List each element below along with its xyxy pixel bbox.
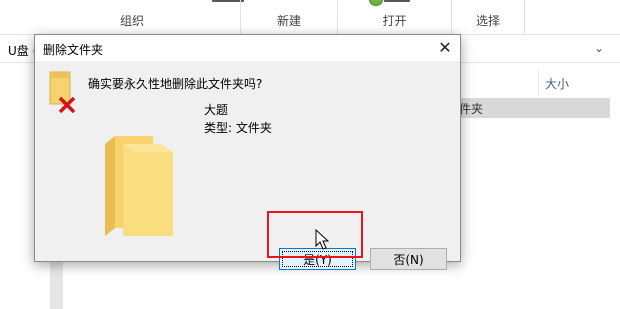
ribbon-group-new: 新建 [241, 0, 338, 34]
ribbon-group-open: 打开 [338, 0, 452, 34]
scrollbar[interactable] [50, 258, 63, 309]
ribbon-group-organize: 组织 [0, 0, 241, 34]
mouse-cursor-icon [315, 229, 329, 250]
no-button[interactable]: 否(N) [370, 248, 447, 270]
dialog-titlebar: 删除文件夹 ✕ [35, 35, 460, 61]
file-row-text: 件夹 [459, 102, 484, 116]
address-text: U盘 ( [8, 44, 38, 58]
folder-name: 大题 [204, 103, 229, 117]
ribbon-group-select: 选择 [452, 0, 525, 34]
column-header-size[interactable]: 大小 [545, 75, 569, 92]
ribbon-group-label: 选择 [475, 14, 500, 28]
folder-type: 类型: 文件夹 [204, 121, 272, 135]
ribbon-group-label: 新建 [276, 14, 301, 28]
dialog-content: 确实要永久性地删除此文件夹吗? 大题 类型: 文件夹 是(Y) 否(N) [35, 61, 460, 270]
close-icon[interactable]: ✕ [433, 36, 457, 60]
ribbon: 组织 新建 打开 选择 [0, 0, 620, 35]
selected-file-row[interactable]: 件夹 [453, 98, 610, 118]
dialog-title: 删除文件夹 [43, 43, 104, 57]
ribbon-group-label: 组织 [119, 14, 144, 28]
ribbon-group-label: 打开 [382, 14, 407, 28]
delete-folder-dialog: 删除文件夹 ✕ 确实要永久性地删除此文件夹吗? 大题 类型: 文件夹 是(Y) … [34, 34, 461, 270]
chevron-down-icon[interactable]: ⌄ [594, 41, 604, 55]
column-divider[interactable] [538, 70, 539, 96]
folder-icon [105, 136, 173, 236]
dialog-question: 确实要永久性地删除此文件夹吗? [88, 77, 263, 91]
folder-delete-icon [49, 71, 76, 113]
